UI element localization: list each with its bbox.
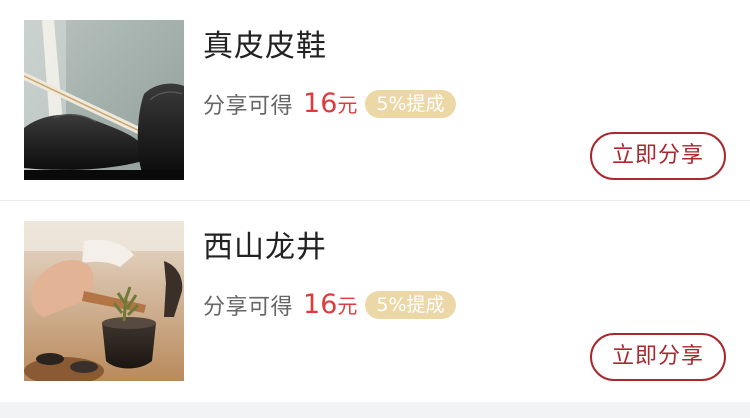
product-item[interactable]: 西山龙井 分享可得 16 元 5%提成 立即分享 — [0, 201, 750, 401]
product-title: 西山龙井 — [203, 230, 327, 265]
amount-value: 16 — [303, 288, 338, 320]
amount-value: 16 — [303, 87, 338, 119]
product-title: 真皮皮鞋 — [203, 29, 327, 64]
share-earn-label: 分享可得 — [203, 94, 294, 119]
commission-info: 分享可得 16 元 5%提成 — [203, 287, 456, 323]
commission-rate-badge: 5%提成 — [365, 90, 456, 118]
product-share-list: 真皮皮鞋 分享可得 16 元 5%提成 立即分享 西山龙井 分享可得 16 元 … — [0, 0, 750, 402]
share-now-button[interactable]: 立即分享 — [590, 132, 726, 180]
commission-amount: 16 元 — [303, 87, 358, 120]
product-item[interactable]: 真皮皮鞋 分享可得 16 元 5%提成 立即分享 — [0, 0, 750, 200]
tea-brewing-icon[interactable] — [24, 221, 184, 381]
commission-amount: 16 元 — [303, 288, 358, 321]
amount-unit: 元 — [337, 92, 358, 117]
share-now-button[interactable]: 立即分享 — [590, 333, 726, 381]
leather-shoes-icon[interactable] — [24, 20, 184, 180]
share-earn-label: 分享可得 — [203, 295, 294, 320]
commission-rate-badge: 5%提成 — [365, 291, 456, 319]
commission-info: 分享可得 16 元 5%提成 — [203, 86, 456, 122]
amount-unit: 元 — [337, 293, 358, 318]
